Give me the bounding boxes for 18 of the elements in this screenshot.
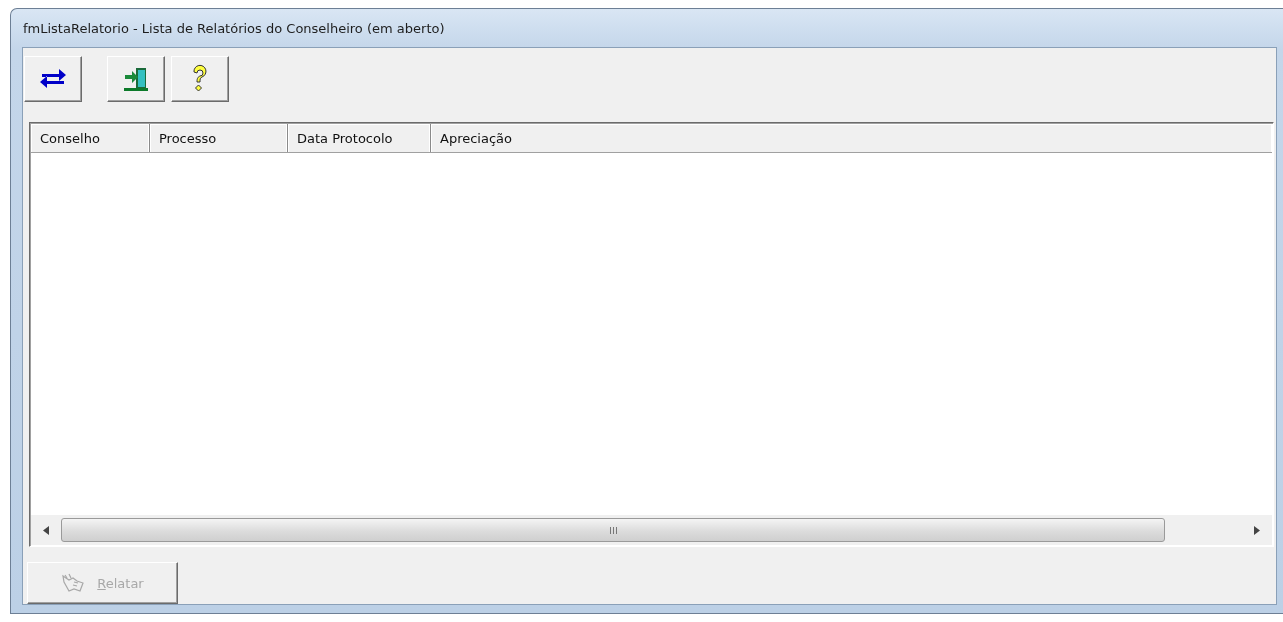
toolbar-button[interactable] [24, 56, 82, 102]
horizontal-scrollbar[interactable] [31, 515, 1272, 545]
toolbar-button[interactable] [107, 56, 165, 102]
report-list[interactable]: Conselho Processo Data Protocolo Apreciação [29, 122, 1274, 547]
grip-icon [609, 526, 617, 534]
window-title: fmListaRelatorio - Lista de Relatórios do Conselheiro (em aberto) [22, 20, 445, 37]
column-header[interactable]: Data Protocolo [288, 124, 431, 152]
door-exit-icon [122, 66, 150, 92]
column-header[interactable]: Processo [150, 124, 288, 152]
scroll-left-icon[interactable] [43, 525, 49, 535]
toolbar-button[interactable] [171, 56, 229, 102]
scroll-thumb[interactable] [61, 518, 1165, 542]
column-header[interactable]: Apreciação [431, 124, 1272, 152]
hand-writing-icon [61, 573, 86, 593]
help-icon [191, 64, 209, 94]
swap-arrows-icon [38, 68, 68, 90]
column-header[interactable]: Conselho [31, 124, 150, 152]
scroll-right-icon[interactable] [1254, 525, 1260, 535]
